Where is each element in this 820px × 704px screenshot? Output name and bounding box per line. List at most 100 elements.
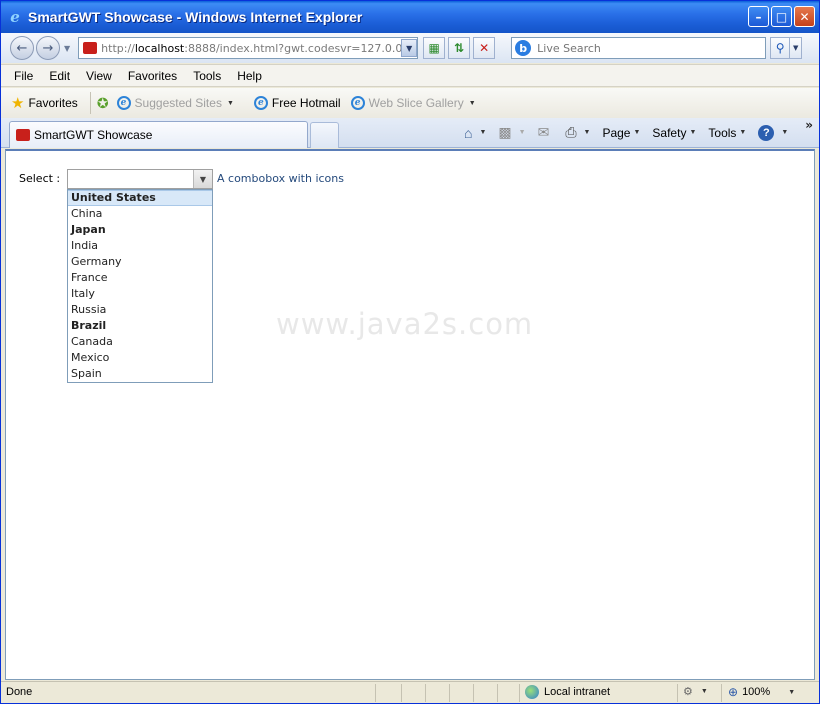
title-bar[interactable]: e SmartGWT Showcase - Windows Internet E…	[1, 1, 819, 33]
address-toolbar: ← → ▼ http://localhost:8888/index.html?g…	[1, 33, 819, 63]
protected-mode-button[interactable]: ⚙ ▼	[683, 685, 708, 698]
combobox-input[interactable]	[68, 170, 194, 188]
zoom-button[interactable]: ⊕ 100% ▼	[728, 685, 795, 699]
combobox-picker-button[interactable]: ▼	[193, 170, 212, 188]
status-divider	[473, 684, 474, 702]
safety-menu-label: Safety	[652, 125, 687, 140]
search-input[interactable]	[535, 40, 766, 56]
tab-label: SmartGWT Showcase	[34, 128, 153, 142]
help-menu-button[interactable]: ? ▼	[758, 124, 789, 141]
menu-view[interactable]: View	[80, 69, 120, 83]
chevron-down-icon: ▼	[739, 129, 747, 136]
page-menu-button[interactable]: Page ▼	[602, 126, 640, 140]
picklist-option[interactable]: United States	[68, 190, 212, 206]
page-content: Select : ▼ A combobox with icons United …	[5, 149, 815, 680]
stop-icon: ✕	[479, 41, 490, 55]
refresh-button[interactable]: ⇅	[448, 37, 471, 59]
picklist-option[interactable]: France	[68, 270, 212, 286]
tab-smartgwt-showcase[interactable]: SmartGWT Showcase	[9, 121, 308, 148]
status-divider	[425, 684, 426, 702]
status-divider	[449, 684, 450, 702]
picklist-option[interactable]: Italy	[68, 286, 212, 302]
command-bar: ⌂ ▼ ▩ ▼ ✉ ⎙ ▼ Page ▼ Safety ▼ Tools ▼ ? ▼	[464, 124, 800, 141]
picklist-option[interactable]: Japan	[68, 222, 212, 238]
recent-pages-dropdown[interactable]: ▼	[64, 44, 70, 53]
picklist-option[interactable]: Germany	[68, 254, 212, 270]
zoom-icon: ⊕	[728, 685, 739, 699]
search-box[interactable]: b	[511, 37, 767, 59]
page-favicon-icon	[16, 129, 30, 141]
page-favicon-icon	[83, 42, 98, 54]
chevron-down-icon: ▼	[781, 129, 789, 136]
print-button[interactable]: ⎙ ▼	[565, 124, 590, 141]
address-url[interactable]: http://localhost:8888/index.html?gwt.cod…	[101, 42, 401, 55]
ie-page-icon: e	[253, 96, 268, 110]
chevron-down-icon: ▼	[689, 129, 697, 136]
menu-help[interactable]: Help	[231, 69, 270, 83]
chevron-down-icon: ▼	[633, 129, 641, 136]
favorite-free-hotmail[interactable]: e Free Hotmail	[253, 96, 341, 110]
protected-mode-icon: ⚙	[683, 686, 693, 698]
tools-menu-button[interactable]: Tools ▼	[708, 126, 746, 140]
favorite-suggested-sites[interactable]: e Suggested Sites ▼	[116, 96, 244, 110]
stop-button[interactable]: ✕	[473, 37, 496, 59]
feeds-button[interactable]: ▩ ▼	[498, 124, 525, 141]
new-tab-button[interactable]	[310, 122, 339, 148]
close-button[interactable]: ✕	[794, 6, 815, 27]
safety-menu-button[interactable]: Safety ▼	[652, 126, 696, 140]
picklist-option[interactable]: Spain	[68, 366, 212, 382]
chevron-down-icon: ▼	[226, 99, 234, 107]
intranet-globe-icon	[525, 685, 539, 699]
picklist-option[interactable]: Russia	[68, 302, 212, 318]
status-divider	[721, 684, 722, 702]
minimize-button[interactable]: –	[748, 6, 769, 27]
compatibility-view-button[interactable]: ▦	[423, 37, 446, 59]
menu-favorites[interactable]: Favorites	[122, 69, 185, 83]
arrow-right-icon: →	[42, 40, 54, 56]
menu-file[interactable]: File	[8, 69, 41, 83]
status-divider	[677, 684, 678, 702]
url-rest: :8888/index.html?gwt.codesvr=127.0.0.1:9…	[184, 41, 402, 55]
search-options-dropdown[interactable]: ▼	[790, 37, 803, 59]
picklist-option[interactable]: Canada	[68, 334, 212, 350]
picklist-option[interactable]: India	[68, 238, 212, 254]
url-scheme: http://	[101, 41, 135, 55]
read-mail-button[interactable]: ✉	[538, 124, 554, 141]
search-button[interactable]: ⚲	[770, 37, 791, 59]
refresh-icon: ⇅	[454, 41, 465, 55]
chevron-down-icon: ▼	[788, 688, 796, 696]
status-divider	[375, 684, 376, 702]
browser-window: e SmartGWT Showcase - Windows Internet E…	[0, 0, 820, 704]
menu-tools[interactable]: Tools	[187, 69, 229, 83]
picklist-option[interactable]: Mexico	[68, 350, 212, 366]
watermark: www.java2s.com	[276, 307, 534, 341]
menu-edit[interactable]: Edit	[43, 69, 78, 83]
address-dropdown-button[interactable]: ▼	[401, 39, 418, 57]
maximize-button[interactable]: □	[771, 6, 792, 27]
tools-menu-label: Tools	[708, 125, 737, 140]
add-to-favorites-bar-icon[interactable]: ✪	[97, 95, 109, 112]
ie-page-icon: e	[350, 96, 365, 110]
menu-bar: File Edit View Favorites Tools Help	[1, 64, 819, 87]
chevron-down-icon: ▼	[518, 129, 526, 136]
security-zone[interactable]: Local intranet	[525, 685, 610, 699]
home-button[interactable]: ⌂ ▼	[464, 125, 486, 141]
address-bar[interactable]: http://localhost:8888/index.html?gwt.cod…	[78, 37, 419, 59]
favorite-free-hotmail-label: Free Hotmail	[271, 96, 341, 110]
favorite-web-slice-gallery[interactable]: e Web Slice Gallery ▼	[350, 96, 486, 110]
favorites-button[interactable]: Favorites	[28, 96, 77, 110]
window-title: SmartGWT Showcase - Windows Internet Exp…	[28, 9, 363, 25]
search-icon: ⚲	[775, 41, 785, 55]
picklist-option[interactable]: Brazil	[68, 318, 212, 334]
forward-button[interactable]: →	[36, 36, 60, 60]
picklist-option[interactable]: China	[68, 206, 212, 222]
toolbar-overflow-icon[interactable]: »	[805, 118, 813, 132]
page-menu-label: Page	[602, 125, 631, 140]
combobox-hint: A combobox with icons	[217, 172, 344, 185]
status-divider	[401, 684, 402, 702]
back-button[interactable]: ←	[10, 36, 34, 60]
country-combobox[interactable]: ▼	[67, 169, 213, 189]
rss-feed-icon: ▩	[498, 124, 512, 140]
select-label: Select :	[19, 172, 61, 185]
combobox-picklist[interactable]: United States China Japan India Germany Franc…	[67, 189, 213, 383]
